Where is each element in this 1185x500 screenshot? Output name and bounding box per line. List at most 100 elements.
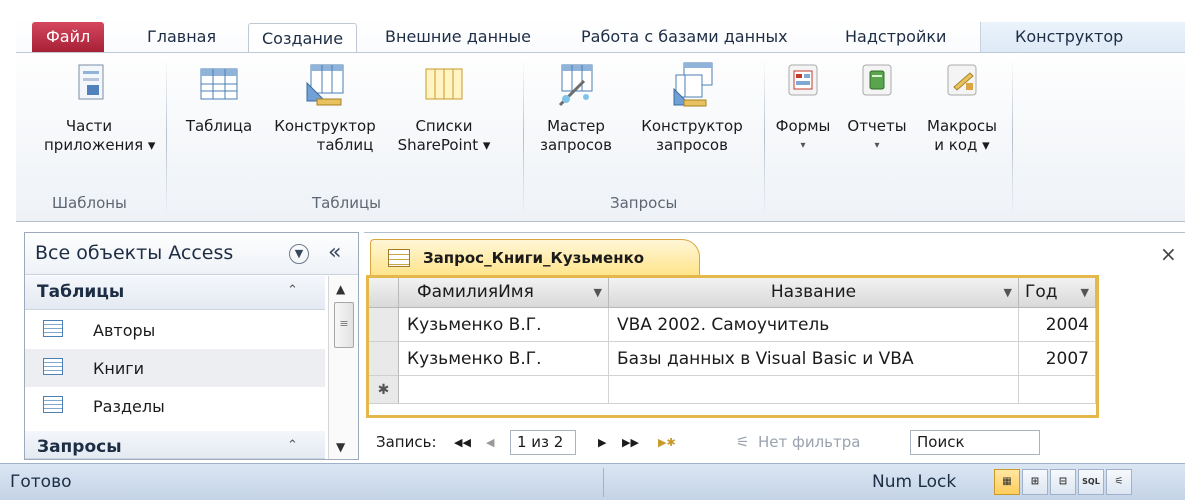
row-selector[interactable]: [369, 308, 399, 342]
table-button[interactable]: Таблица: [176, 61, 262, 136]
datasheet-grid: ФамилияИмя ▼ Название ▼ Год ▼ Кузьменко …: [366, 275, 1099, 418]
scroll-thumb[interactable]: ≡: [334, 302, 354, 348]
nav-section-tables[interactable]: Таблицы ⌃: [25, 276, 325, 310]
column-header-label: Год: [1025, 282, 1058, 302]
previous-record-button[interactable]: ◀: [486, 436, 494, 449]
sharepoint-lists-button[interactable]: Списки SharePoint ▾: [394, 61, 494, 155]
table-cell[interactable]: 2007: [1019, 342, 1096, 376]
forms-dropdown-caret: ▾: [800, 140, 806, 151]
sql-view-button[interactable]: SQL: [1078, 469, 1104, 495]
table-designer-button[interactable]: Конструктор таблиц: [268, 61, 382, 155]
query-designer-button[interactable]: Конструктор запросов: [630, 61, 754, 155]
tab-database-tools[interactable]: Работа с базами данных: [568, 22, 801, 53]
nav-item-label: Авторы: [93, 321, 156, 340]
select-all-corner[interactable]: [369, 278, 399, 308]
nav-item-books[interactable]: Книги: [25, 349, 325, 387]
new-row-cell[interactable]: [399, 376, 609, 404]
new-record-button[interactable]: ▶✱: [658, 436, 676, 449]
macros-button[interactable]: Макросы и код ▾: [920, 61, 1004, 155]
document-area: Запрос_Книги_Кузьменко × ФамилияИмя ▼ На…: [364, 232, 1185, 460]
pivotchart-view-button[interactable]: ⊟: [1050, 469, 1076, 495]
row-selector[interactable]: [369, 342, 399, 376]
nav-item-authors[interactable]: Авторы: [25, 311, 325, 349]
app-parts-label-2: приложения ▾: [44, 136, 156, 154]
column-header-year[interactable]: Год ▼: [1019, 278, 1096, 308]
reports-button[interactable]: Отчеты ▾: [844, 61, 910, 155]
query-designer-label-2: запросов: [656, 136, 728, 154]
table-cell[interactable]: VBA 2002. Самоучитель: [609, 308, 1019, 342]
new-row-cell[interactable]: [609, 376, 1019, 404]
last-record-button[interactable]: ▶▶: [622, 436, 639, 449]
filter-icon[interactable]: ⚟: [736, 433, 749, 451]
tab-home[interactable]: Главная: [134, 22, 229, 53]
sharepoint-icon: [422, 61, 466, 109]
datasheet-view-button[interactable]: ▦: [994, 469, 1020, 495]
table-label: Таблица: [185, 117, 253, 135]
close-document-button[interactable]: ×: [1160, 242, 1177, 266]
nav-scrollbar[interactable]: ▲ ≡ ▼: [328, 276, 358, 459]
first-record-button[interactable]: ◀◀: [454, 436, 471, 449]
tab-designer[interactable]: Конструктор: [980, 22, 1185, 53]
query-wizard-button[interactable]: Мастер запросов: [534, 61, 618, 155]
filter-status-button[interactable]: Нет фильтра: [758, 433, 860, 451]
numlock-indicator: Num Lock: [872, 472, 957, 492]
tab-external-data[interactable]: Внешние данные: [372, 22, 544, 53]
tab-addins[interactable]: Надстройки: [832, 22, 959, 53]
nav-section-queries[interactable]: Запросы ⌃: [25, 431, 325, 459]
table-cell[interactable]: Кузьменко В.Г.: [399, 308, 609, 342]
reports-label: Отчеты: [847, 117, 907, 135]
new-row-cell[interactable]: [1019, 376, 1096, 404]
next-record-button[interactable]: ▶: [598, 436, 606, 449]
tab-create[interactable]: Создание: [248, 23, 358, 54]
pivottable-view-button[interactable]: ⊞: [1022, 469, 1048, 495]
tab-file[interactable]: Файл: [32, 22, 105, 53]
table-cell[interactable]: Кузьменко В.Г.: [399, 342, 609, 376]
top-strip: [0, 0, 1185, 18]
search-placeholder: Поиск: [917, 433, 965, 451]
current-record-field[interactable]: 1 из 2: [510, 430, 576, 455]
group-tables-label: Таблицы: [312, 194, 381, 212]
query-wizard-label-2: запросов: [540, 136, 612, 154]
nav-item-sections[interactable]: Разделы: [25, 387, 325, 425]
nav-section-queries-label: Запросы: [37, 437, 122, 457]
macros-label: Макросы: [927, 117, 997, 135]
record-label: Запись:: [376, 433, 437, 451]
chevron-down-icon[interactable]: ▼: [1081, 278, 1089, 307]
forms-icon: [781, 61, 825, 109]
query-wizard-icon: [554, 61, 598, 109]
group-queries-label: Запросы: [610, 194, 678, 212]
nav-section-tables-label: Таблицы: [37, 282, 125, 302]
collapse-pane-button[interactable]: «: [328, 240, 341, 265]
group-separator-2: [523, 59, 524, 217]
chevron-down-icon[interactable]: ▼: [1004, 278, 1012, 307]
design-view-button[interactable]: ⚟: [1106, 469, 1132, 495]
app-parts-button[interactable]: Части приложения ▾: [44, 61, 156, 155]
table-designer-icon: [303, 61, 347, 109]
search-input[interactable]: Поиск: [910, 430, 1040, 455]
navigation-header[interactable]: Все объекты Access ▼ «: [25, 233, 358, 275]
ribbon-tabs: Файл Главная Создание Внешние данные Раб…: [16, 18, 1185, 54]
reports-icon: [855, 61, 899, 109]
status-divider: [603, 468, 604, 497]
forms-button[interactable]: Формы ▾: [772, 61, 834, 155]
column-header-title[interactable]: Название ▼: [609, 278, 1019, 308]
app-parts-label: Части: [65, 117, 113, 135]
table-cell[interactable]: 2004: [1019, 308, 1096, 342]
macros-icon: [940, 61, 984, 109]
column-header-name[interactable]: ФамилияИмя ▼: [399, 278, 609, 308]
new-record-marker[interactable]: ✱: [369, 376, 399, 404]
column-header-label: Название: [770, 282, 857, 302]
forms-label: Формы: [775, 117, 831, 135]
scroll-down-icon[interactable]: ▼: [336, 440, 345, 454]
navigation-title: Все объекты Access: [35, 242, 234, 264]
status-bar: Готово Num Lock ▦ ⊞ ⊟ SQL ⚟: [0, 463, 1185, 500]
table-icon: [43, 358, 63, 375]
scroll-up-icon[interactable]: ▲: [336, 282, 345, 296]
chevron-down-icon[interactable]: ▼: [289, 244, 309, 264]
table-cell[interactable]: Базы данных в Visual Basic и VBA: [609, 342, 1019, 376]
table-icon: [43, 320, 63, 337]
query-tab[interactable]: Запрос_Книги_Кузьменко: [370, 239, 700, 275]
navigation-pane: Все объекты Access ▼ « Таблицы ⌃ Авторы …: [24, 232, 359, 460]
query-designer-label: Конструктор: [641, 117, 743, 135]
chevron-down-icon[interactable]: ▼: [594, 278, 602, 307]
